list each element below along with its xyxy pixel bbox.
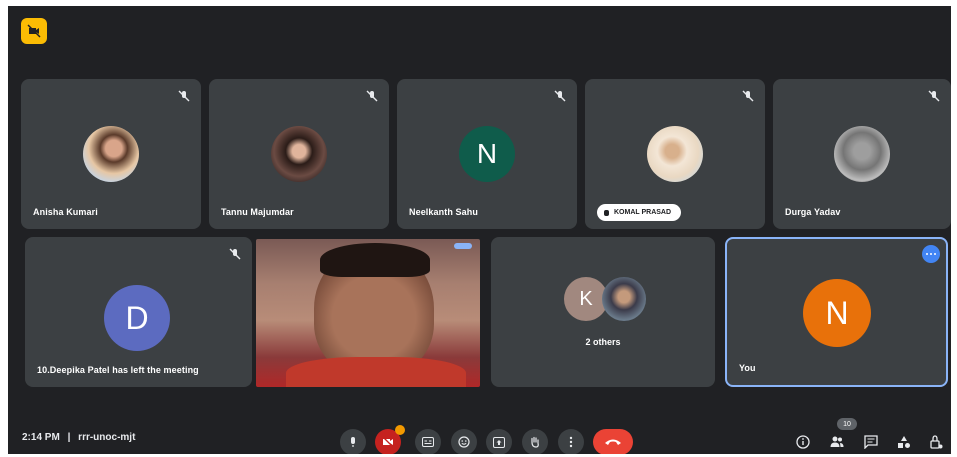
participant-photo	[602, 277, 646, 321]
end-call-icon	[605, 439, 621, 445]
video-hair	[320, 243, 430, 277]
meet-window: Anisha Kumari Tannu Majumdar N Neelkanth…	[8, 6, 951, 454]
more-options-icon[interactable]	[922, 245, 940, 263]
mic-off-icon	[229, 248, 241, 260]
participant-photo	[647, 126, 703, 182]
participant-name: KOMAL PRASAD	[614, 209, 672, 216]
chat-button[interactable]	[861, 432, 881, 452]
activities-button[interactable]	[894, 432, 914, 452]
captions-button[interactable]	[415, 429, 441, 454]
mic-off-icon	[742, 90, 754, 102]
more-options-icon	[569, 436, 573, 448]
meeting-info: 2:14 PM | rrr-unoc-mjt	[22, 432, 135, 443]
hand-icon	[604, 210, 609, 216]
mic-off-icon	[366, 90, 378, 102]
mic-off-icon	[178, 90, 190, 102]
participant-tile-video[interactable]	[256, 239, 480, 387]
people-icon	[830, 436, 844, 447]
participant-name: You	[739, 363, 756, 373]
present-icon	[493, 436, 505, 448]
host-controls-icon	[930, 435, 943, 449]
participant-name: Tannu Majumdar	[221, 207, 294, 217]
raise-hand-button[interactable]	[522, 429, 548, 454]
mic-button[interactable]	[340, 429, 366, 454]
participant-tile-tannu[interactable]: Tannu Majumdar	[209, 79, 389, 229]
speaking-label: KOMAL PRASAD	[597, 204, 682, 221]
participant-tile-deepika[interactable]: D 10.Deepika Patel has left the meeting	[25, 237, 252, 387]
camera-off-icon[interactable]	[21, 18, 47, 44]
emoji-icon	[458, 436, 470, 448]
reactions-button[interactable]	[451, 429, 477, 454]
control-bar: 2:14 PM | rrr-unoc-mjt	[8, 410, 951, 454]
chat-icon	[864, 435, 878, 449]
more-options-button[interactable]	[558, 429, 584, 454]
others-count-label: 2 others	[585, 337, 621, 347]
participant-tile-komal[interactable]: KOMAL PRASAD	[585, 79, 765, 229]
mic-icon	[351, 437, 355, 447]
end-call-button[interactable]	[593, 429, 633, 454]
meeting-time: 2:14 PM	[22, 432, 60, 443]
participant-tile-durga[interactable]: Durga Yadav	[773, 79, 951, 229]
participant-tile-others[interactable]: K 2 others	[491, 237, 715, 387]
participant-avatar: N	[803, 279, 871, 347]
mic-off-icon	[928, 90, 940, 102]
captions-icon	[422, 437, 434, 447]
host-controls-button[interactable]	[926, 432, 946, 452]
video-shirt	[286, 357, 466, 387]
info-icon	[796, 435, 810, 449]
meeting-notification: 10.Deepika Patel has left the meeting	[37, 365, 199, 375]
meeting-code: rrr-unoc-mjt	[78, 432, 136, 443]
separator: |	[67, 432, 71, 443]
people-button[interactable]	[827, 432, 847, 452]
warning-badge	[395, 425, 405, 435]
mic-off-icon	[554, 90, 566, 102]
participant-avatar: N	[459, 126, 515, 182]
participant-avatar: D	[104, 285, 170, 351]
participant-photo	[271, 126, 327, 182]
camera-off-icon	[382, 436, 394, 448]
participant-tile-you[interactable]: N You	[725, 237, 948, 387]
camera-button[interactable]	[375, 425, 405, 454]
participant-photo	[83, 126, 139, 182]
more-options-icon[interactable]	[454, 243, 472, 249]
participant-name: Anisha Kumari	[33, 207, 98, 217]
participant-tile-neelkanth[interactable]: N Neelkanth Sahu	[397, 79, 577, 229]
participant-name: Neelkanth Sahu	[409, 207, 478, 217]
participant-tile-anisha[interactable]: Anisha Kumari	[21, 79, 201, 229]
info-button[interactable]	[793, 432, 813, 452]
participant-count-badge: 10	[837, 418, 857, 430]
participant-photo	[834, 126, 890, 182]
activities-icon	[898, 436, 910, 448]
present-button[interactable]	[486, 429, 512, 454]
participant-name: Durga Yadav	[785, 207, 841, 217]
raise-hand-icon	[531, 436, 539, 448]
